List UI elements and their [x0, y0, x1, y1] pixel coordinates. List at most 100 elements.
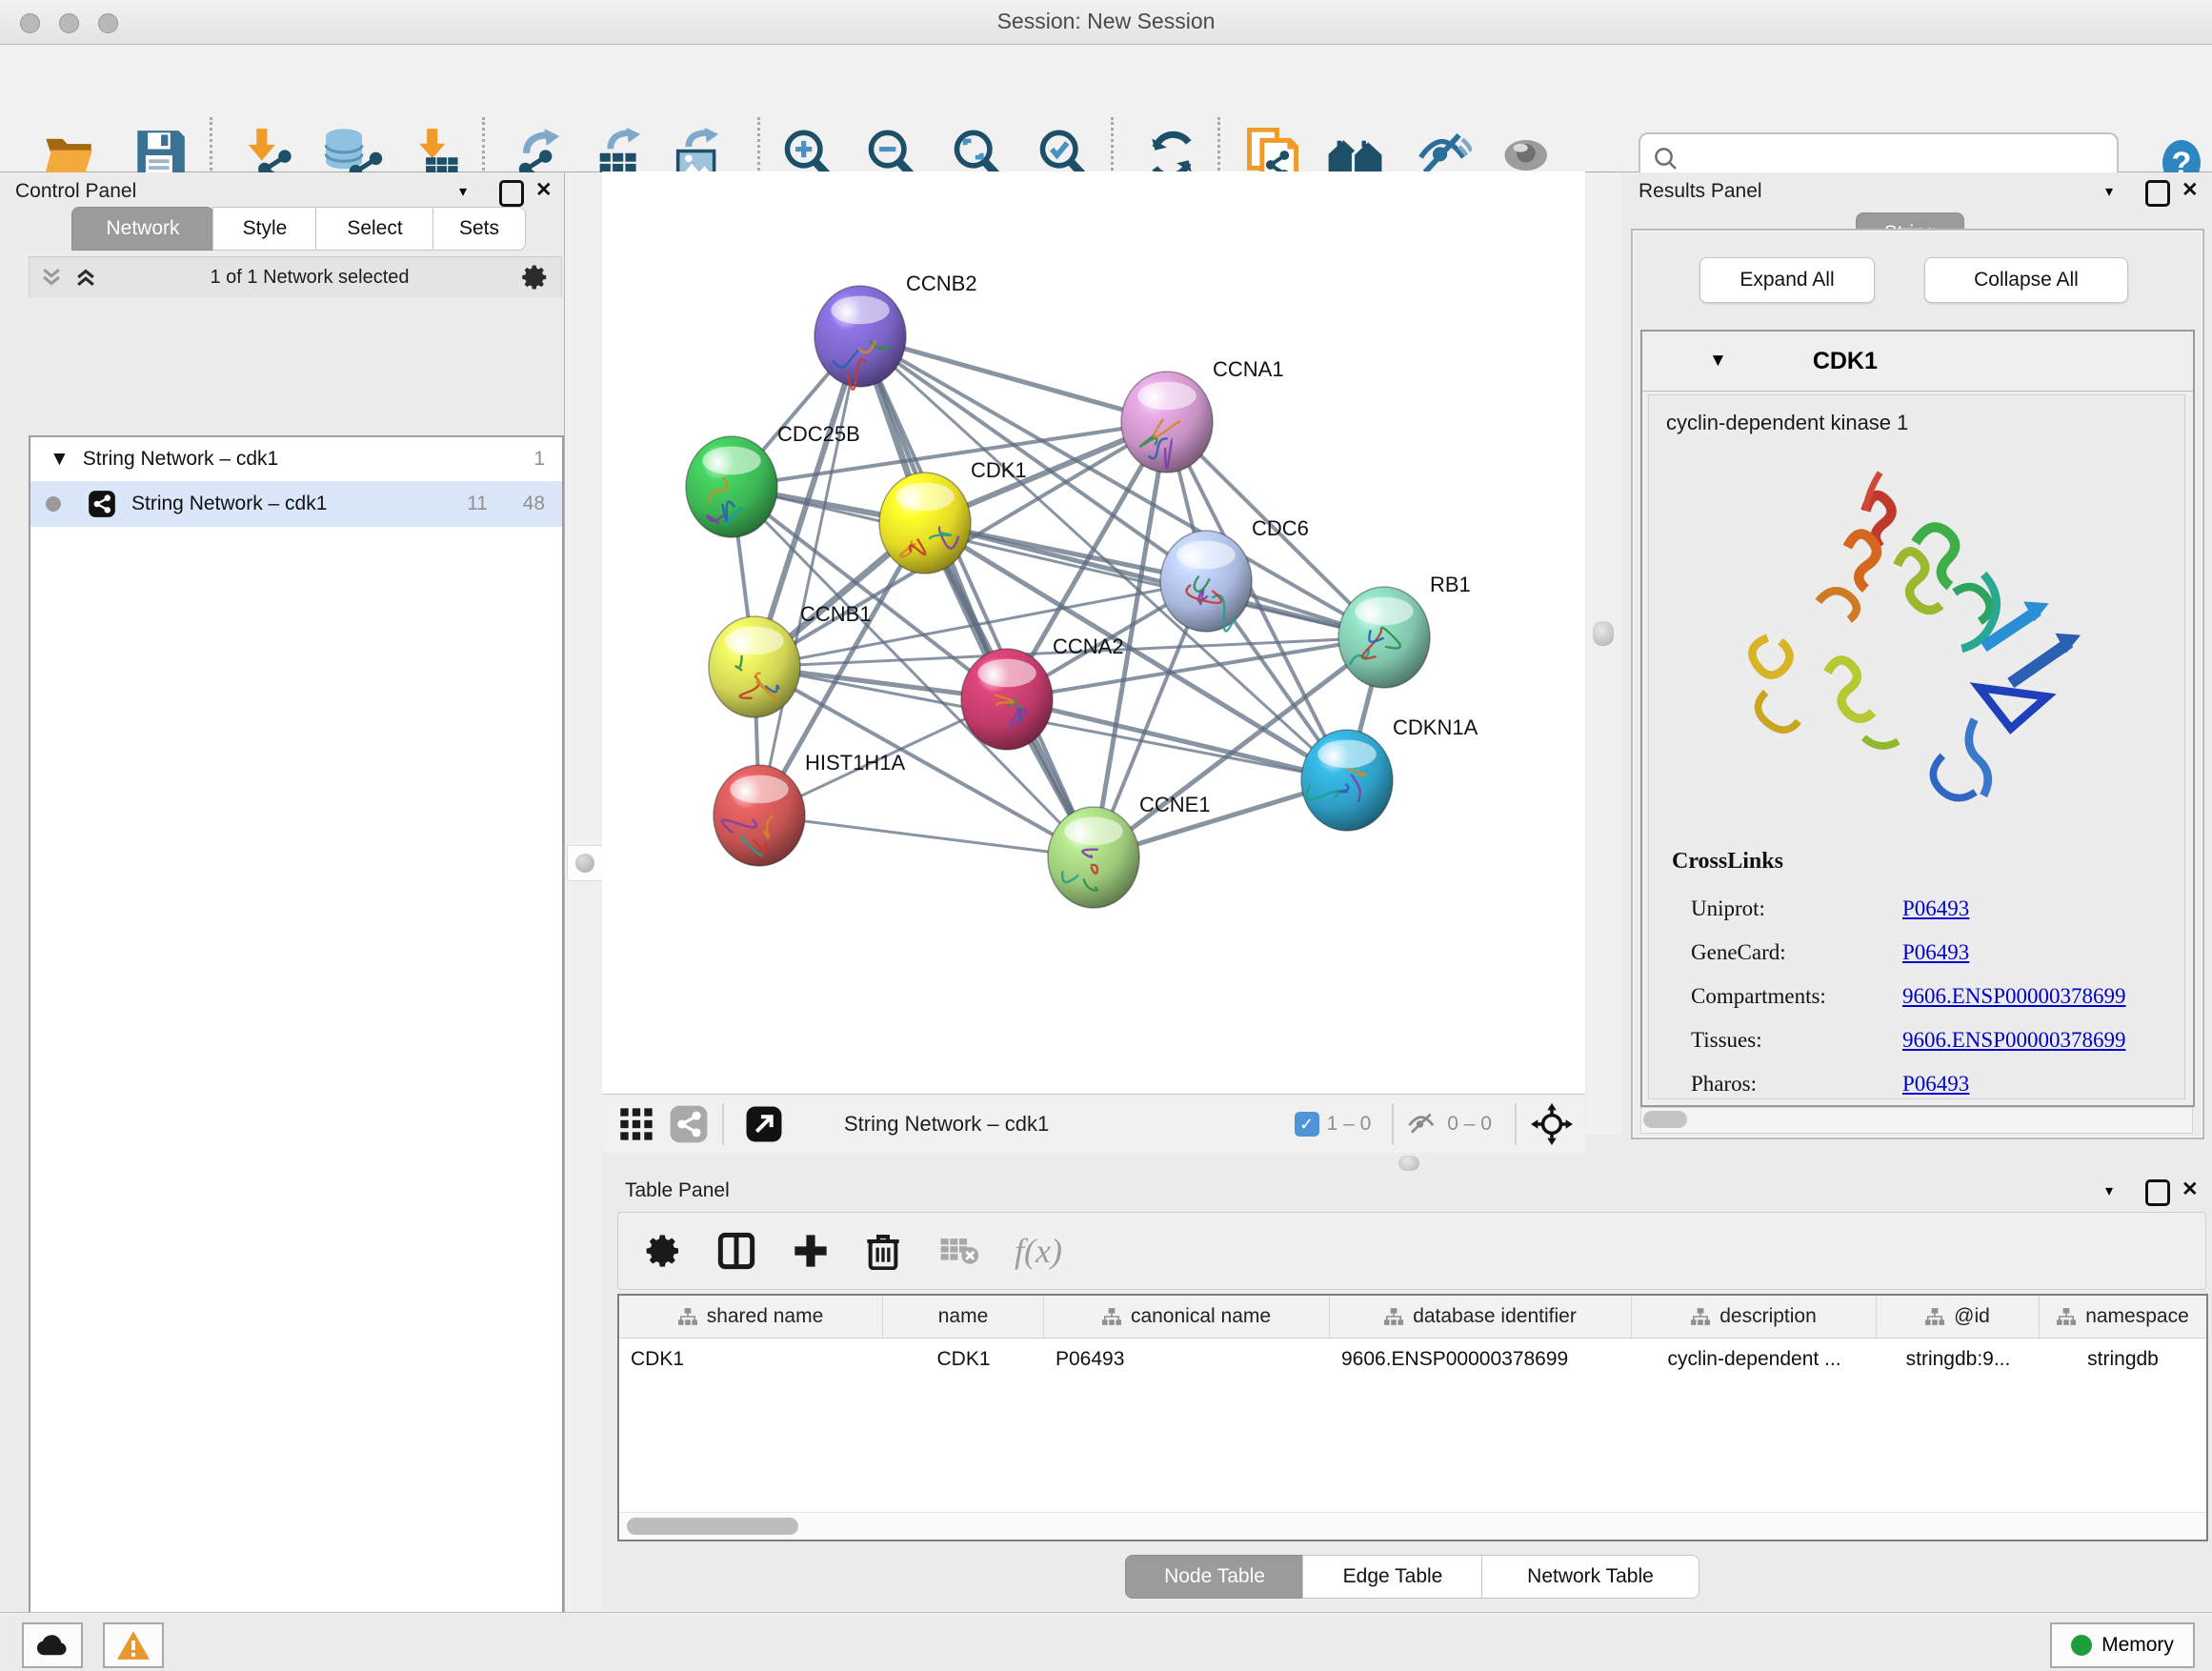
- network-view[interactable]: CCNB2CCNA1CDC25BCDK1CDC6RB1CCNB1CCNA2CDK…: [602, 171, 1585, 1094]
- gene-section-header[interactable]: ▼ CDK1: [1642, 332, 2193, 392]
- network-edge-count: 48: [523, 493, 545, 515]
- cytoscape-window: Session: New Session: [0, 0, 2212, 1671]
- tab-network[interactable]: Network: [71, 207, 214, 251]
- selected-checkbox[interactable]: ✓: [1295, 1112, 1319, 1137]
- memory-button[interactable]: Memory: [2050, 1622, 2195, 1668]
- results-panel-float-button[interactable]: ▾: [2105, 182, 2113, 201]
- left-splitter[interactable]: [565, 172, 602, 1612]
- delete-table-button-disabled: [931, 1222, 988, 1279]
- tree-column-icon: [2057, 1308, 2076, 1325]
- collapse-all-button[interactable]: Collapse All: [1924, 257, 2128, 303]
- plus-icon: [792, 1232, 830, 1270]
- table-row[interactable]: CDK1 CDK1 P06493 9606.ENSP00000378699 cy…: [619, 1339, 2206, 1380]
- control-panel-close-button[interactable]: ✕: [535, 178, 553, 202]
- right-splitter[interactable]: [1586, 172, 1621, 1135]
- network-row-label: String Network – cdk1: [131, 493, 327, 515]
- trash-icon: [865, 1232, 901, 1270]
- results-scrollbar-thumb[interactable]: [1643, 1111, 1687, 1128]
- left-splitter-handle[interactable]: [567, 845, 603, 881]
- control-panel: Control Panel ▾ ✕ Network Style Select S…: [0, 172, 565, 1612]
- create-column-button[interactable]: [782, 1222, 839, 1279]
- column-header-canonical-name[interactable]: canonical name: [1044, 1296, 1330, 1338]
- memory-status-dot: [2071, 1635, 2092, 1656]
- table-scrollbar-thumb[interactable]: [627, 1518, 798, 1535]
- expand-all-button[interactable]: Expand All: [1699, 257, 1875, 303]
- collection-expand-arrow[interactable]: ▼: [50, 448, 70, 471]
- tab-edge-table[interactable]: Edge Table: [1302, 1555, 1483, 1599]
- grid-view-icon[interactable]: [617, 1105, 655, 1143]
- show-columns-button[interactable]: [708, 1222, 765, 1279]
- expand-all-icon[interactable]: [73, 265, 98, 290]
- network-view-mode-icon[interactable]: [669, 1104, 709, 1144]
- crosslink-label: Tissues:: [1691, 1018, 1902, 1062]
- column-header-database-identifier[interactable]: database identifier: [1330, 1296, 1632, 1338]
- node-highlight: [977, 659, 1036, 688]
- column-header-description[interactable]: description: [1632, 1296, 1877, 1338]
- column-header-namespace[interactable]: namespace: [2040, 1296, 2206, 1338]
- cell-canonical-name: P06493: [1044, 1339, 1330, 1380]
- horizontal-splitter-handle[interactable]: [1398, 1156, 1419, 1171]
- column-header-name[interactable]: name: [883, 1296, 1044, 1338]
- gene-expand-arrow[interactable]: ▼: [1709, 351, 1727, 372]
- node-highlight: [702, 447, 760, 475]
- crosslink-value[interactable]: 9606.ENSP00000378699: [1902, 984, 2126, 1008]
- right-splitter-handle[interactable]: [1593, 621, 1614, 646]
- bar-separator: [1515, 1103, 1517, 1145]
- collapse-all-icon[interactable]: [39, 265, 64, 290]
- network-list: ▼ String Network – cdk1 1 String Network…: [29, 435, 564, 1671]
- table-scrollbar-track[interactable]: [619, 1512, 2206, 1540]
- crosslink-row: GeneCard:P06493: [1691, 931, 2126, 975]
- tree-column-icon: [1925, 1308, 1944, 1325]
- table-panel-close-button[interactable]: ✕: [2182, 1178, 2199, 1201]
- gear-icon[interactable]: [521, 263, 550, 292]
- tab-select[interactable]: Select: [315, 207, 434, 251]
- control-panel-float-button[interactable]: ▾: [459, 182, 467, 201]
- warning-status-button[interactable]: [103, 1622, 164, 1668]
- column-header-id[interactable]: @id: [1877, 1296, 2040, 1338]
- network-node-label: CDKN1A: [1393, 715, 1478, 739]
- crosslink-value[interactable]: P06493: [1902, 940, 1969, 964]
- birdseye-crosshair-icon[interactable]: [1530, 1102, 1574, 1146]
- crosslink-value[interactable]: P06493: [1902, 1072, 1969, 1096]
- network-node-label: CCNB2: [906, 272, 977, 295]
- results-panel-close-button[interactable]: ✕: [2182, 178, 2199, 202]
- bar-separator: [722, 1103, 724, 1145]
- cell-description: cyclin-dependent ...: [1632, 1339, 1877, 1380]
- crosslink-value[interactable]: P06493: [1902, 896, 1969, 920]
- control-panel-maximize-button[interactable]: [499, 180, 524, 207]
- detach-view-icon[interactable]: [745, 1105, 783, 1143]
- tab-network-table[interactable]: Network Table: [1481, 1555, 1699, 1599]
- crosslink-row: Tissues:9606.ENSP00000378699: [1691, 1018, 2126, 1062]
- table-settings-button[interactable]: [635, 1222, 693, 1279]
- network-edge[interactable]: [860, 336, 1094, 857]
- node-highlight: [895, 483, 954, 512]
- memory-label: Memory: [2101, 1634, 2174, 1657]
- tree-column-icon: [678, 1308, 697, 1325]
- network-canvas[interactable]: CCNB2CCNA1CDC25BCDK1CDC6RB1CCNB1CCNA2CDK…: [602, 171, 1585, 1094]
- table-panel-float-button[interactable]: ▾: [2105, 1181, 2113, 1200]
- crosslink-row: Pharos:P06493: [1691, 1062, 2126, 1106]
- collection-count: 1: [533, 448, 545, 471]
- tab-node-table[interactable]: Node Table: [1125, 1555, 1304, 1599]
- table-panel-maximize-button[interactable]: [2145, 1179, 2170, 1206]
- network-collection-row[interactable]: ▼ String Network – cdk1 1: [30, 437, 562, 481]
- table-header-row: shared name name canonical name database…: [619, 1296, 2206, 1339]
- cloud-status-button[interactable]: [22, 1622, 83, 1668]
- results-panel-maximize-button[interactable]: [2145, 180, 2170, 207]
- table-panel-title: Table Panel: [625, 1179, 730, 1202]
- network-node-label: CCNE1: [1139, 793, 1211, 816]
- hidden-eye-icon: [1407, 1109, 1438, 1139]
- crosslink-value[interactable]: 9606.ENSP00000378699: [1902, 1028, 2126, 1052]
- network-edge[interactable]: [759, 815, 1094, 857]
- network-node-label: CDK1: [971, 458, 1027, 482]
- tab-sets[interactable]: Sets: [432, 207, 526, 251]
- tab-style[interactable]: Style: [212, 207, 317, 251]
- selected-counter: 1 – 0: [1327, 1113, 1372, 1136]
- column-header-shared-name[interactable]: shared name: [619, 1296, 883, 1338]
- collection-label: String Network – cdk1: [83, 448, 278, 471]
- network-node-label: RB1: [1430, 573, 1471, 596]
- delete-column-button[interactable]: [855, 1222, 912, 1279]
- fx-label: f(x): [1015, 1231, 1062, 1271]
- network-row-selected[interactable]: String Network – cdk1 11 48: [30, 481, 562, 527]
- results-scrollbar-track[interactable]: [1640, 1107, 2193, 1134]
